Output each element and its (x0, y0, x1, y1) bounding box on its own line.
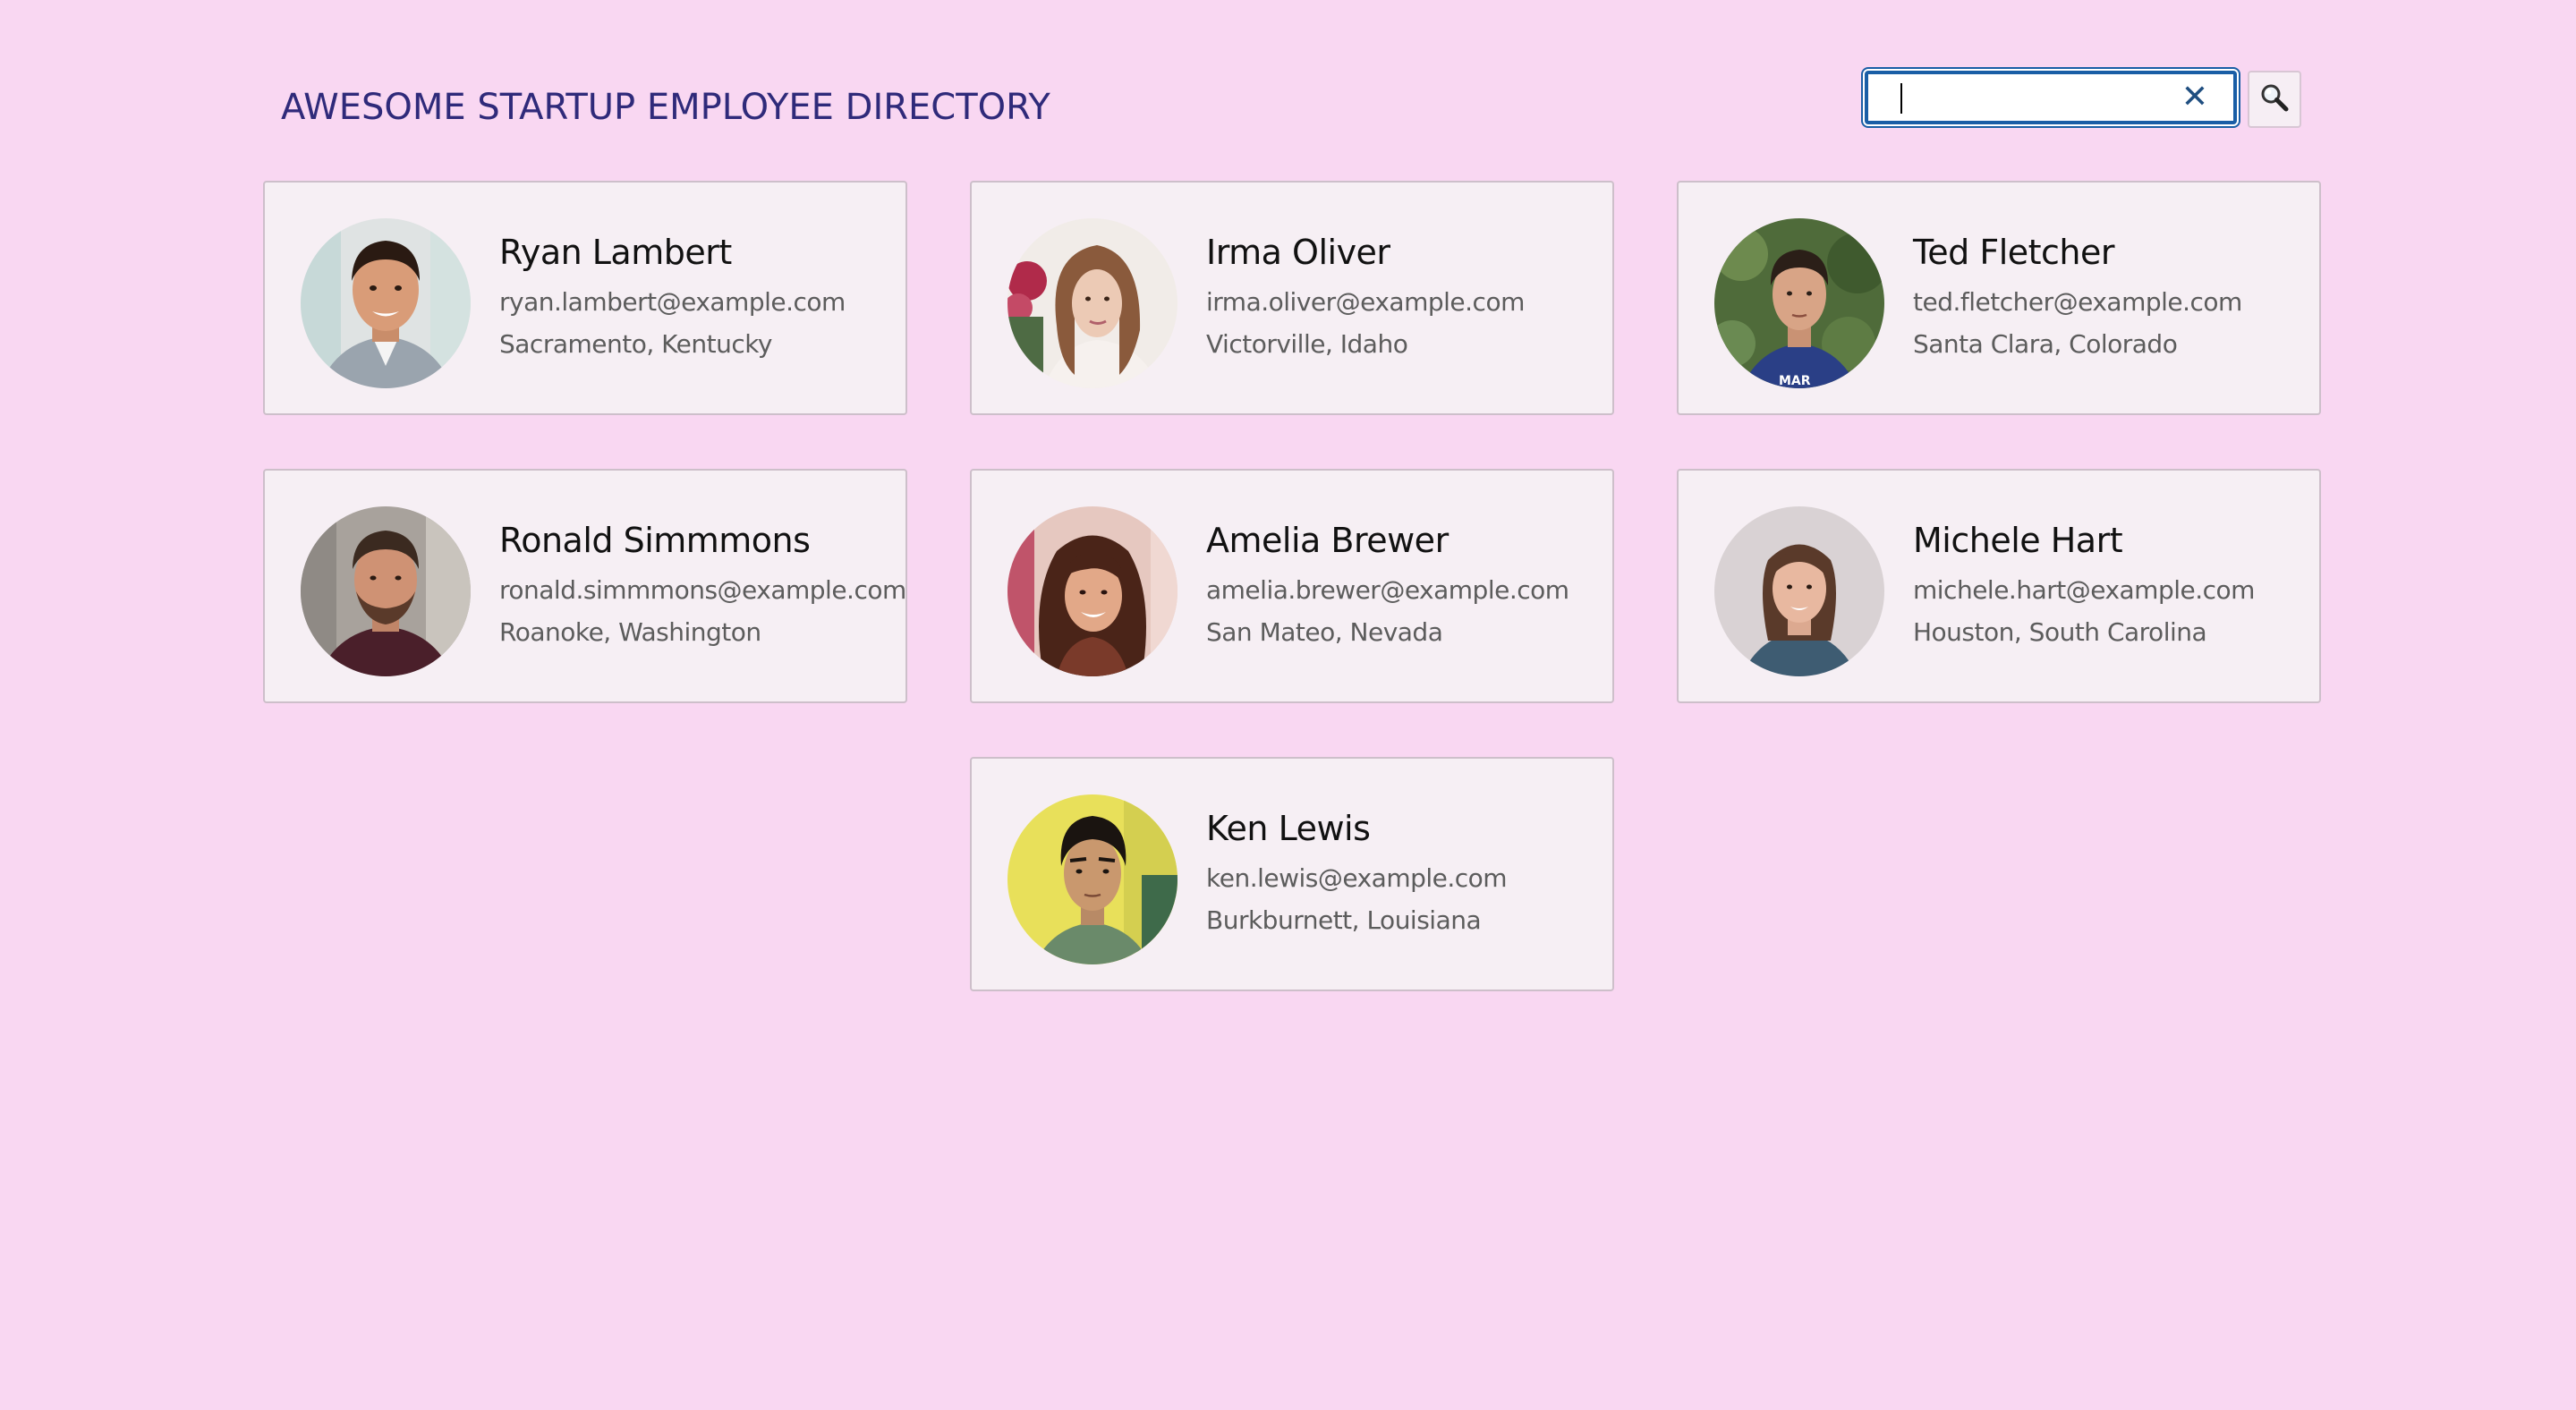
search-form: ✕ (1865, 71, 2303, 128)
avatar: MAR (1714, 218, 1884, 388)
employee-email: ryan.lambert@example.com (499, 287, 846, 317)
avatar (1714, 506, 1884, 676)
employee-email: michele.hart@example.com (1913, 575, 2255, 605)
employee-name: Amelia Brewer (1206, 521, 1449, 560)
employee-name: Ronald Simmmons (499, 521, 811, 560)
employee-card[interactable]: Ken Lewis ken.lewis@example.com Burkburn… (970, 757, 1614, 991)
svg-text:MAR: MAR (1779, 374, 1811, 388)
page-title: AWESOME STARTUP EMPLOYEE DIRECTORY (281, 87, 1050, 128)
employee-email: amelia.brewer@example.com (1206, 575, 1569, 605)
employee-email: ted.fletcher@example.com (1913, 287, 2242, 317)
employee-location: Burkburnett, Louisiana (1206, 905, 1482, 935)
employee-card[interactable]: Ronald Simmmons ronald.simmmons@example.… (263, 469, 907, 703)
employee-card[interactable]: Ryan Lambert ryan.lambert@example.com Sa… (263, 181, 907, 415)
employee-card[interactable]: MAR Ted Fletcher ted.fletcher@example.co… (1677, 181, 2321, 415)
employee-email: ronald.simmmons@example.com (499, 575, 906, 605)
search-box[interactable]: ✕ (1865, 71, 2237, 124)
avatar (1007, 506, 1177, 676)
close-icon[interactable]: ✕ (2181, 80, 2208, 115)
employee-location: Houston, South Carolina (1913, 617, 2207, 647)
search-button[interactable] (2248, 71, 2301, 128)
avatar (301, 218, 471, 388)
employee-card[interactable]: Irma Oliver irma.oliver@example.com Vict… (970, 181, 1614, 415)
avatar (301, 506, 471, 676)
employee-location: San Mateo, Nevada (1206, 617, 1443, 647)
employee-name: Ted Fletcher (1913, 233, 2115, 272)
employee-location: Santa Clara, Colorado (1913, 329, 2178, 359)
employee-email: ken.lewis@example.com (1206, 863, 1508, 893)
employee-card[interactable]: Amelia Brewer amelia.brewer@example.com … (970, 469, 1614, 703)
avatar (1007, 218, 1177, 388)
employee-email: irma.oliver@example.com (1206, 287, 1525, 317)
employee-card[interactable]: Michele Hart michele.hart@example.com Ho… (1677, 469, 2321, 703)
search-icon (2259, 82, 2290, 116)
employee-name: Ken Lewis (1206, 809, 1371, 848)
employee-location: Roanoke, Washington (499, 617, 761, 647)
employee-location: Victorville, Idaho (1206, 329, 1408, 359)
employee-name: Irma Oliver (1206, 233, 1390, 272)
employee-name: Michele Hart (1913, 521, 2123, 560)
employee-location: Sacramento, Kentucky (499, 329, 773, 359)
search-input[interactable] (1884, 81, 2153, 114)
text-caret (1900, 83, 1902, 114)
employee-name: Ryan Lambert (499, 233, 732, 272)
avatar (1007, 794, 1177, 964)
